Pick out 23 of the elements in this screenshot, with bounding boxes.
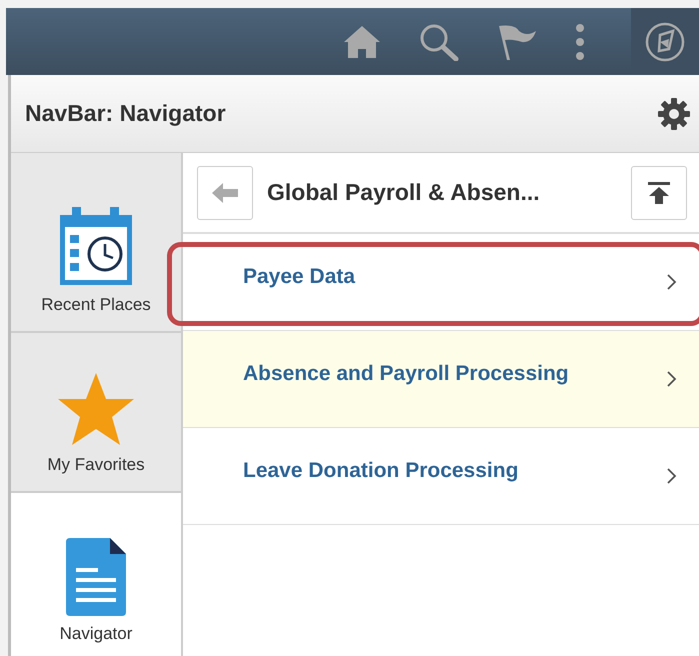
search-icon[interactable] [419, 22, 459, 60]
panel-title: NavBar: Navigator [25, 100, 226, 127]
sidebar-tab[interactable]: Navigator [11, 493, 181, 656]
flag-icon[interactable] [497, 22, 537, 60]
sidebar-label: Navigator [60, 624, 132, 644]
top-button[interactable] [631, 166, 687, 220]
chevron-right-icon [667, 274, 677, 290]
menu-item[interactable]: Absence and Payroll Processing [183, 331, 699, 428]
document-icon [66, 538, 126, 616]
back-button[interactable] [197, 166, 253, 220]
upload-arrow-icon [648, 182, 670, 204]
sidebar-label: My Favorites [47, 455, 145, 475]
star-icon [56, 371, 136, 447]
back-arrow-icon [212, 182, 238, 202]
chevron-right-icon [667, 468, 677, 484]
home-icon[interactable] [343, 24, 381, 60]
more-icon[interactable] [575, 24, 585, 60]
calendar-clock-icon [58, 205, 134, 287]
compass-icon [645, 22, 685, 62]
folder-title: Global Payroll & Absen... [267, 179, 541, 206]
settings-icon[interactable] [657, 96, 691, 130]
sidebar-label: Recent Places [41, 295, 151, 315]
chevron-right-icon [667, 371, 677, 387]
